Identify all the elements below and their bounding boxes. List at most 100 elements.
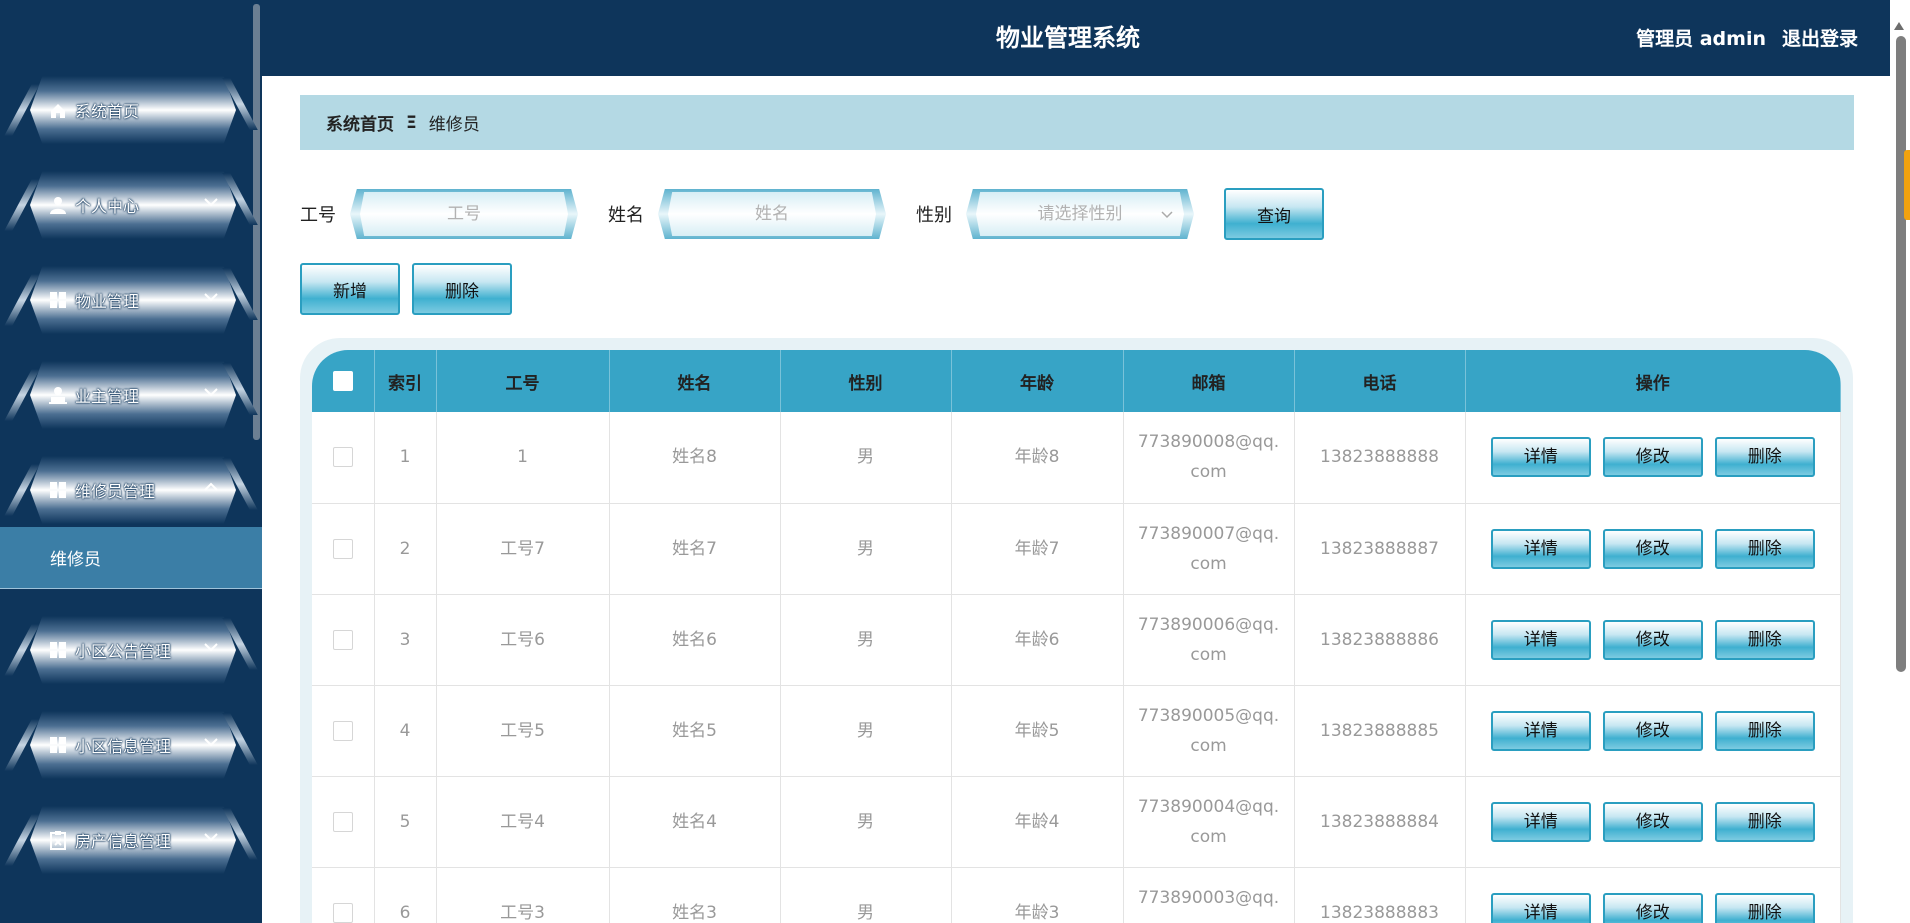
sidebar-item-2[interactable]: 个人中心 bbox=[4, 169, 258, 241]
cell-gender: 男 bbox=[780, 867, 952, 923]
table-row: 6工号3姓名3男年龄3773890003@qq.c13823888883详情修改… bbox=[312, 867, 1841, 923]
row-select-cell bbox=[312, 685, 375, 777]
emp-no-input[interactable] bbox=[364, 193, 564, 235]
detail-button[interactable]: 详情 bbox=[1490, 801, 1591, 842]
row-checkbox[interactable] bbox=[332, 447, 353, 468]
name-input[interactable] bbox=[672, 193, 872, 235]
cell-actions: 详情 修改 删除 bbox=[1465, 503, 1841, 595]
table-row: 5 工号4 姓名4 男年龄4 773890004@qq.com 13823888884 详情… bbox=[312, 776, 1841, 868]
row-checkbox[interactable] bbox=[332, 811, 353, 832]
chevron-down-icon bbox=[1161, 211, 1173, 219]
cell-name: 姓名3 bbox=[609, 867, 781, 923]
row-checkbox[interactable] bbox=[332, 902, 353, 923]
chevron-down-icon bbox=[204, 293, 218, 302]
cell-index: 3 bbox=[374, 594, 437, 686]
sidebar-item-4[interactable]: 业主管理 bbox=[4, 359, 258, 431]
cell-index: 5 bbox=[374, 776, 437, 868]
cell-emp-no: 工号5 bbox=[436, 685, 610, 777]
table-container: 索引 工号 姓名 性别 年龄 邮箱 电话 操作 1 1 姓名8 男年龄8 7738900… bbox=[300, 338, 1853, 923]
cell-email: 773890008@qq.com bbox=[1123, 412, 1295, 504]
scroll-up-arrow-icon[interactable] bbox=[1894, 22, 1904, 30]
edit-button[interactable]: 修改 bbox=[1602, 437, 1703, 478]
sidebar-item-label: 业主管理 bbox=[75, 387, 140, 406]
cell-phone: 13823888888 bbox=[1294, 412, 1466, 504]
logout-link[interactable]: 退出登录 bbox=[1782, 0, 1858, 76]
cell-index: 1 bbox=[374, 412, 437, 504]
table-row: 1 1 姓名8 男年龄8 773890008@qq.com 13823888888 详情 修改… bbox=[312, 412, 1841, 504]
row-checkbox[interactable] bbox=[332, 720, 353, 741]
sidebar-subitem-repairman[interactable]: 维修员 bbox=[0, 527, 262, 589]
row-delete-button[interactable]: 删除 bbox=[1714, 528, 1815, 569]
row-delete-button[interactable]: 删除 bbox=[1714, 710, 1815, 751]
sidebar-item-8[interactable]: 房产信息管理 bbox=[4, 804, 258, 876]
cell-gender: 男 bbox=[780, 685, 952, 777]
breadcrumb-current: 维修员 bbox=[428, 115, 480, 135]
search-bar: 工号 姓名 性别 查询 bbox=[300, 188, 1324, 240]
edit-button[interactable]: 修改 bbox=[1602, 892, 1703, 923]
breadcrumb-separator: Ξ bbox=[406, 112, 417, 133]
emp-no-field-wrap bbox=[350, 189, 578, 239]
detail-button[interactable]: 详情 bbox=[1490, 619, 1591, 660]
bulk-delete-button[interactable]: 删除 bbox=[412, 263, 512, 315]
detail-button[interactable]: 详情 bbox=[1490, 437, 1591, 478]
row-delete-button[interactable]: 删除 bbox=[1714, 801, 1815, 842]
sidebar-item-label: 系统首页 bbox=[75, 102, 140, 121]
gender-select-input[interactable] bbox=[980, 193, 1180, 235]
page-scrollbar[interactable] bbox=[1890, 0, 1910, 923]
sidebar-item-7[interactable]: 小区信息管理 bbox=[4, 709, 258, 781]
cell-gender: 男 bbox=[780, 776, 952, 868]
add-button[interactable]: 新增 bbox=[300, 263, 400, 315]
select-all-checkbox[interactable] bbox=[332, 371, 353, 391]
sidebar-item-6[interactable]: 小区公告管理 bbox=[4, 614, 258, 686]
cell-email: 773890007@qq.com bbox=[1123, 503, 1295, 595]
cell-gender: 男 bbox=[780, 412, 952, 504]
cell-actions: 详情 修改 删除 bbox=[1465, 412, 1841, 504]
cell-actions: 详情 修改 删除 bbox=[1465, 594, 1841, 686]
chevron-down-icon bbox=[204, 643, 218, 652]
name-label: 姓名 bbox=[608, 205, 644, 226]
sidebar-item-label: 维修员管理 bbox=[75, 482, 156, 501]
breadcrumb-home[interactable]: 系统首页 bbox=[326, 110, 394, 135]
row-checkbox[interactable] bbox=[332, 629, 353, 650]
chevron-down-icon bbox=[204, 388, 218, 397]
edit-button[interactable]: 修改 bbox=[1602, 801, 1703, 842]
sidebar-item-5[interactable]: 维修员管理 bbox=[4, 454, 258, 526]
row-delete-button[interactable]: 删除 bbox=[1714, 619, 1815, 660]
row-checkbox[interactable] bbox=[332, 538, 353, 559]
sidebar-item-3[interactable]: 物业管理 bbox=[4, 264, 258, 336]
detail-button[interactable]: 详情 bbox=[1490, 710, 1591, 751]
detail-button[interactable]: 详情 bbox=[1490, 892, 1591, 923]
cell-age: 年龄3 bbox=[951, 867, 1124, 923]
cell-phone: 13823888887 bbox=[1294, 503, 1466, 595]
row-delete-button[interactable]: 删除 bbox=[1714, 437, 1815, 478]
cell-actions: 详情 修改 删除 bbox=[1465, 867, 1841, 923]
cell-index: 2 bbox=[374, 503, 437, 595]
cell-age: 年龄6 bbox=[951, 594, 1124, 686]
edit-button[interactable]: 修改 bbox=[1602, 710, 1703, 751]
table-row: 4 工号5 姓名5 男年龄5 773890005@qq.com 13823888885 详情… bbox=[312, 685, 1841, 777]
action-row: 新增 删除 bbox=[300, 263, 512, 315]
sidebar-item-1[interactable]: 系统首页 bbox=[4, 74, 258, 146]
sidebar: 系统首页 个人中心 物业管理 业主管理 维修员管理 小区公告管理 小区信息管理 房产信息管理 … bbox=[0, 0, 262, 923]
row-select-cell bbox=[312, 594, 375, 686]
table-row: 3 工号6 姓名6 男年龄6 773890006@qq.com 13823888886 详情… bbox=[312, 594, 1841, 686]
cell-emp-no: 工号4 bbox=[436, 776, 610, 868]
page-scroll-thumb[interactable] bbox=[1896, 36, 1906, 672]
edit-button[interactable]: 修改 bbox=[1602, 619, 1703, 660]
breadcrumb: 系统首页 Ξ 维修员 bbox=[300, 95, 1854, 150]
col-header-emp-no: 工号 bbox=[436, 350, 610, 412]
query-button[interactable]: 查询 bbox=[1224, 188, 1324, 240]
gender-select[interactable] bbox=[966, 189, 1194, 239]
col-header-actions: 操作 bbox=[1465, 350, 1841, 412]
select-all-cell bbox=[312, 350, 375, 412]
floating-side-tab[interactable] bbox=[1904, 150, 1910, 220]
row-select-cell bbox=[312, 503, 375, 595]
row-delete-button[interactable]: 删除 bbox=[1714, 892, 1815, 923]
top-header: 物业管理系统 管理员 admin 退出登录 bbox=[262, 0, 1910, 76]
detail-button[interactable]: 详情 bbox=[1490, 528, 1591, 569]
emp-no-label: 工号 bbox=[300, 205, 336, 226]
cell-name: 姓名8 bbox=[609, 412, 781, 504]
edit-button[interactable]: 修改 bbox=[1602, 528, 1703, 569]
cell-emp-no: 工号7 bbox=[436, 503, 610, 595]
user-icon bbox=[50, 197, 66, 214]
